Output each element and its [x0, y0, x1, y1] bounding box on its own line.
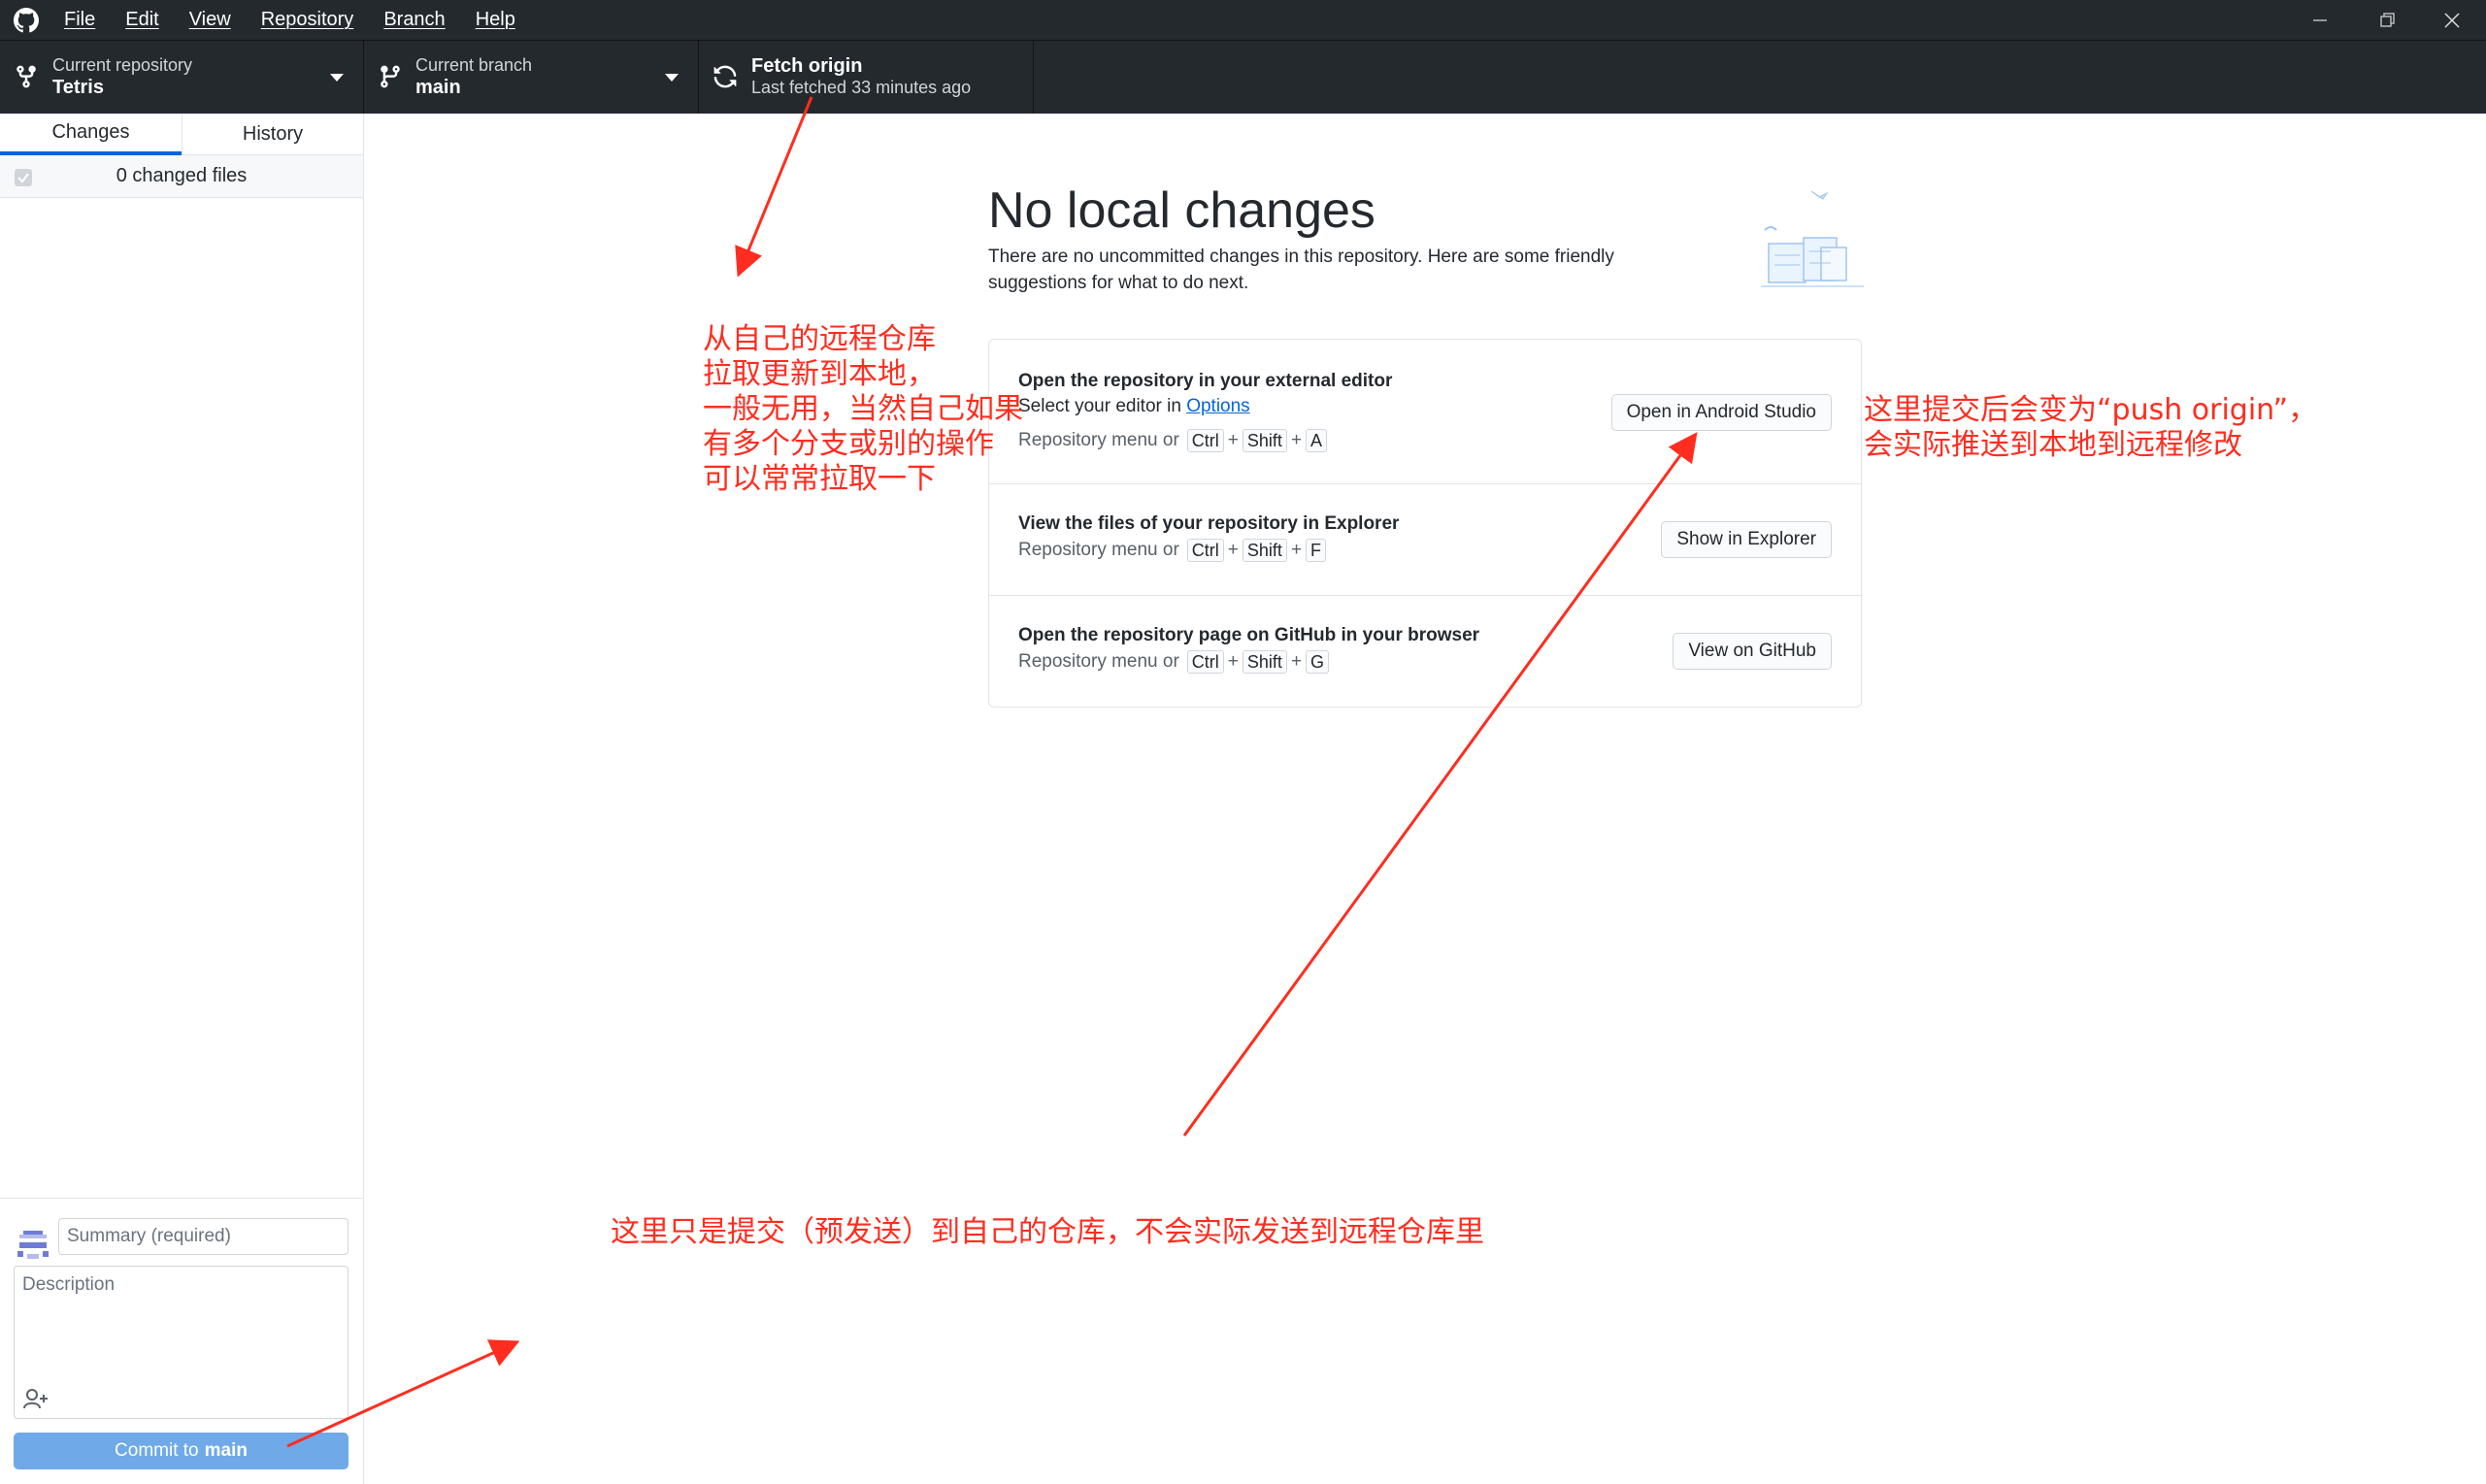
changed-files-header: 0 changed files: [0, 155, 363, 198]
shortcut-prefix: Repository menu or: [1018, 651, 1179, 672]
commit-message-area: Description Commit to main: [0, 1198, 363, 1484]
github-desktop-window: File Edit View Repository Branch Help Cu…: [0, 0, 2486, 1484]
shortcut-prefix: Repository menu or: [1018, 540, 1179, 560]
chevron-down-icon: [330, 74, 344, 82]
suggestion-title: Open the repository in your external edi…: [1018, 371, 1393, 391]
key: Ctrl: [1186, 539, 1224, 562]
suggestion-title: Open the repository page on GitHub in yo…: [1018, 625, 1480, 645]
close-window-button[interactable]: [2418, 0, 2486, 40]
page-title: No local changes: [988, 182, 1376, 239]
description-field[interactable]: Description: [14, 1266, 348, 1419]
annotation-line: 有多个分支或别的操作: [703, 427, 994, 461]
current-branch-dropdown[interactable]: Current branch main: [364, 41, 699, 115]
key: Ctrl: [1186, 650, 1224, 674]
key: Shift: [1242, 650, 1287, 674]
key: G: [1306, 650, 1330, 674]
last-fetched-text: Last fetched 33 minutes ago: [751, 78, 972, 97]
current-repository-dropdown[interactable]: Current repository Tetris: [0, 41, 364, 115]
open-in-editor-button[interactable]: Open in Android Studio: [1610, 394, 1832, 431]
restore-button[interactable]: [2354, 0, 2422, 40]
page-subtitle: There are no uncommitted changes in this…: [988, 247, 1614, 293]
annotation-line: 这里提交后会变为“push origin”，: [1864, 393, 2318, 427]
toolbar: Current repository Tetris Current branch…: [0, 40, 2486, 115]
shortcut-prefix: Repository menu or: [1018, 430, 1179, 450]
sidebar: Changes History 0 changed files Descript…: [0, 114, 364, 1484]
key: F: [1306, 539, 1327, 562]
shortcut-hint: Repository menu or Ctrl + Shift + F: [1018, 539, 1329, 562]
shortcut-hint: Repository menu or Ctrl + Shift + G: [1018, 650, 1332, 674]
commit-button-prefix: Commit to: [115, 1440, 199, 1461]
menu-bar: File Edit View Repository Branch Help: [64, 0, 546, 40]
suggestion-subtitle-text: Select your editor in: [1018, 396, 1181, 416]
title-bar: File Edit View Repository Branch Help: [0, 0, 2486, 40]
menu-repository[interactable]: Repository: [261, 9, 354, 31]
menu-branch[interactable]: Branch: [383, 9, 445, 31]
suggestion-subtitle: Select your editor in Options: [1018, 396, 1250, 417]
github-logo-icon: [14, 8, 39, 33]
chevron-down-icon: [665, 74, 679, 82]
suggestions-panel: Open the repository in your external edi…: [988, 339, 1862, 708]
branch-label: Current branch: [415, 55, 533, 75]
key: Shift: [1242, 539, 1287, 562]
tab-history[interactable]: History: [182, 114, 363, 155]
tab-changes[interactable]: Changes: [0, 114, 182, 155]
annotation-push-note: 这里提交后会变为“push origin”， 会实际推送到本地到远程修改: [1864, 393, 2317, 463]
annotation-line: 一般无用，当然自己如果: [703, 392, 1023, 426]
annotation-line: 拉取更新到本地，: [703, 357, 936, 391]
menu-file[interactable]: File: [64, 9, 95, 31]
main-content: No local changes There are no uncommitte…: [365, 114, 2486, 1484]
add-coauthor-icon[interactable]: [22, 1387, 50, 1410]
annotation-fetch-note: 从自己的远程仓库 拉取更新到本地， 一般无用，当然自己如果 有多个分支或别的操作…: [703, 322, 1023, 497]
key: Shift: [1242, 429, 1287, 452]
suggestion-open-editor: Open the repository in your external edi…: [989, 340, 1861, 484]
description-placeholder: Description: [22, 1274, 116, 1295]
repo-forked-icon: [17, 65, 36, 88]
avatar: [17, 1231, 49, 1259]
sidebar-tabs: Changes History: [0, 114, 363, 155]
view-on-github-button[interactable]: View on GitHub: [1673, 633, 1832, 670]
repository-label: Current repository: [52, 55, 193, 75]
sync-icon: [713, 65, 737, 88]
empty-state-illustration: [1761, 190, 1864, 287]
repository-name: Tetris: [52, 77, 104, 98]
menu-edit[interactable]: Edit: [125, 9, 158, 31]
options-link[interactable]: Options: [1186, 396, 1249, 416]
minimize-icon: [2313, 18, 2327, 21]
branch-name: main: [415, 77, 461, 98]
minimize-button[interactable]: [2286, 0, 2354, 40]
changed-files-count: 0 changed files: [116, 165, 248, 186]
fetch-origin-button[interactable]: Fetch origin Last fetched 33 minutes ago: [699, 41, 1034, 115]
annotation-commit-note: 这里只是提交（预发送）到自己的仓库，不会实际发送到远程仓库里: [611, 1215, 1484, 1249]
commit-button[interactable]: Commit to main: [14, 1433, 348, 1469]
menu-view[interactable]: View: [189, 9, 231, 31]
show-in-explorer-button[interactable]: Show in Explorer: [1661, 521, 1832, 558]
commit-button-branch: main: [204, 1440, 248, 1461]
summary-input[interactable]: [58, 1218, 348, 1255]
annotation-line: 会实际推送到本地到远程修改: [1864, 428, 2242, 462]
restore-icon: [2380, 12, 2395, 27]
git-branch-icon: [381, 65, 400, 88]
suggestion-view-github: Open the repository page on GitHub in yo…: [989, 596, 1861, 707]
suggestion-show-explorer: View the files of your repository in Exp…: [989, 484, 1861, 596]
annotation-line: 可以常常拉取一下: [703, 462, 936, 496]
menu-help[interactable]: Help: [476, 9, 515, 31]
shortcut-hint: Repository menu or Ctrl + Shift + A: [1018, 429, 1330, 452]
key: Ctrl: [1186, 429, 1224, 452]
close-icon: [2444, 12, 2460, 28]
key: A: [1306, 429, 1328, 452]
fetch-origin-label: Fetch origin: [751, 55, 863, 77]
annotation-line: 从自己的远程仓库: [703, 322, 936, 356]
suggestion-title: View the files of your repository in Exp…: [1018, 513, 1400, 534]
